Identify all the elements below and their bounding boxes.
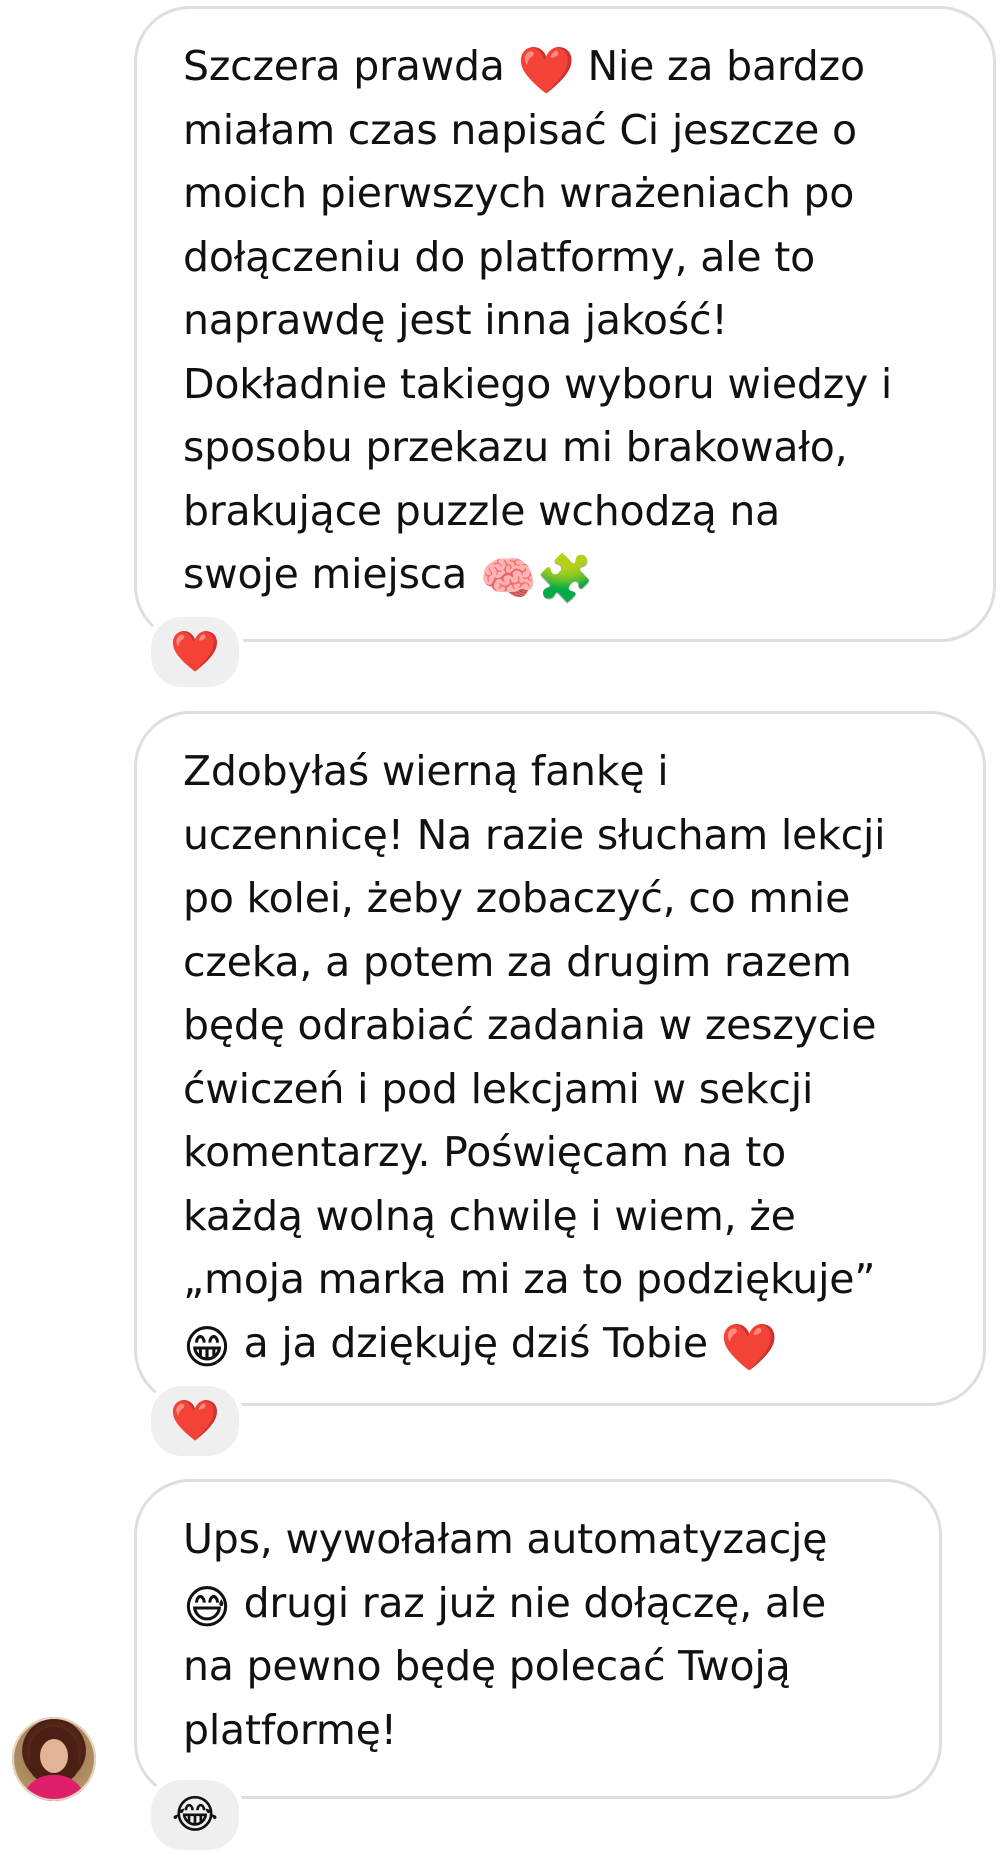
message-line: platformę! [183,1705,397,1754]
message-bubble[interactable]: Zdobyłaś wierną fankę i uczennicę! Na ra… [134,711,986,1406]
message-bubble[interactable]: Ups, wywołałam automatyzację 😅 drugi raz… [134,1479,942,1799]
reaction-heart-icon[interactable]: ❤️ [146,612,244,692]
message-line: każdą wolną chwilę i wiem, że [183,1191,796,1240]
heart-emoji: ❤️ [517,43,575,97]
avatar[interactable] [12,1717,96,1801]
message-line: naprawdę jest inna jakość! [183,296,728,344]
message-line: sposobu przekazu mi brakowało, [183,423,848,471]
message-thread: Szczera prawda ❤️ Nie za bardzo miałam c… [0,0,1006,1855]
message-line: 😅 drugi raz już nie dołączę, ale [183,1578,827,1634]
reaction-heart-icon[interactable]: ❤️ [146,1381,244,1461]
message-line: Szczera prawda ❤️ Nie za bardzo [183,42,865,97]
sweat-smile-emoji: 😅 [183,1579,231,1634]
message-line: będę odrabiać zadania w zeszycie [183,1001,877,1049]
message-line: brakujące puzzle wchodzą na [183,486,781,535]
message-text: Ups, wywołałam automatyzację 😅 drugi raz… [183,1508,899,1762]
message-line: 😁 a ja dziękuję dziś Tobie ❤️ [183,1318,778,1374]
message-line: swoje miejsca 🧠🧩 [183,550,594,605]
message-text: Szczera prawda ❤️ Nie za bardzo miałam c… [183,35,953,607]
puzzle-emoji: 🧩 [536,551,594,605]
message-line: czeka, a potem za drugim razem [183,937,852,986]
message-line: ćwiczeń i pod lekcjami w sekcji [183,1064,814,1113]
message-line: Ups, wywołałam automatyzację [183,1515,828,1563]
message-line: „moja marka mi za to podziękuje” [183,1255,876,1303]
brain-emoji: 🧠 [479,551,537,605]
message-line: Dokładnie takiego wyboru wiedzy i [183,359,893,408]
message-line: moich pierwszych wrażeniach po [183,169,855,217]
reaction-laughing-icon[interactable]: 😂 [146,1775,244,1855]
avatar-frame [12,1717,96,1801]
message-bubble[interactable]: Szczera prawda ❤️ Nie za bardzo miałam c… [134,6,996,642]
message-text: Zdobyłaś wierną fankę i uczennicę! Na ra… [183,740,943,1375]
heart-emoji: ❤️ [720,1319,778,1374]
message-line: komentarzy. Poświęcam na to [183,1128,786,1176]
grinning-emoji: 😁 [183,1319,231,1374]
message-line: na pewno będę polecać Twoją [183,1642,791,1690]
message-line: po kolei, żeby zobaczyć, co mnie [183,874,851,922]
message-line: miałam czas napisać Ci jeszcze o [183,105,857,154]
message-line: Zdobyłaś wierną fankę i [183,747,669,795]
message-line: uczennicę! Na razie słucham lekcji [183,810,886,859]
message-line: dołączeniu do platformy, ale to [183,232,815,281]
